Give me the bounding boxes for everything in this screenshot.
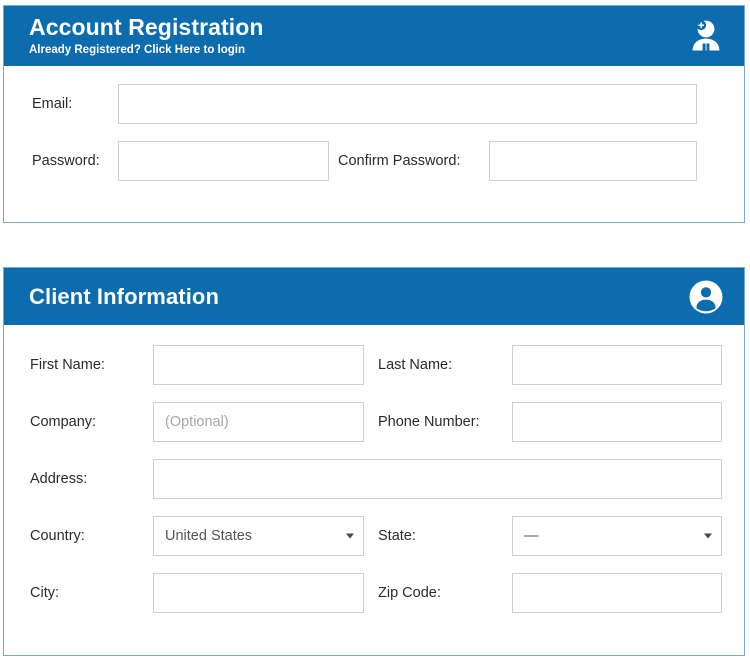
name-row: First Name: Last Name: <box>4 345 744 385</box>
chevron-down-icon <box>346 533 354 539</box>
page-title: Account Registration <box>29 14 264 41</box>
account-registration-body: Email: Password: Confirm Password: <box>4 66 744 222</box>
password-label: Password: <box>32 153 100 169</box>
last-name-label: Last Name: <box>378 357 453 373</box>
email-input[interactable] <box>118 84 697 124</box>
state-select-value: — <box>524 528 539 544</box>
add-user-icon <box>686 16 726 56</box>
city-input[interactable] <box>153 573 364 613</box>
country-state-row: Country: United States State: — <box>4 516 744 556</box>
login-link[interactable]: Already Registered? Click Here to login <box>29 44 264 57</box>
first-name-input[interactable] <box>153 345 364 385</box>
zip-code-input[interactable] <box>512 573 722 613</box>
account-registration-header-text: Account Registration Already Registered?… <box>29 15 264 56</box>
state-select[interactable]: — <box>512 516 722 556</box>
country-select-value: United States <box>165 528 253 544</box>
account-registration-card: Account Registration Already Registered?… <box>3 5 745 223</box>
client-information-header-text: Client Information <box>29 283 220 309</box>
account-circle-icon <box>686 277 726 317</box>
city-label: City: <box>30 585 59 601</box>
company-input[interactable] <box>153 402 364 442</box>
address-input[interactable] <box>153 459 722 499</box>
zip-code-label: Zip Code: <box>378 585 441 601</box>
country-label: Country: <box>30 528 85 544</box>
account-registration-header: Account Registration Already Registered?… <box>4 6 744 66</box>
email-row: Email: <box>4 84 744 124</box>
confirm-password-label: Confirm Password: <box>338 153 461 169</box>
email-label: Email: <box>32 96 73 112</box>
last-name-input[interactable] <box>512 345 722 385</box>
phone-number-input[interactable] <box>512 402 722 442</box>
country-select[interactable]: United States <box>153 516 364 556</box>
company-row: Company: Phone Number: <box>4 402 744 442</box>
first-name-label: First Name: <box>30 357 105 373</box>
client-information-body: First Name: Last Name: Company: Phone Nu… <box>4 325 744 655</box>
client-information-card: Client Information First Name: Last Name… <box>3 267 745 656</box>
phone-number-label: Phone Number: <box>378 414 480 430</box>
address-label: Address: <box>30 471 88 487</box>
state-label: State: <box>378 528 416 544</box>
password-row: Password: Confirm Password: <box>4 141 744 181</box>
address-row: Address: <box>4 459 744 499</box>
confirm-password-input[interactable] <box>489 141 697 181</box>
city-zip-row: City: Zip Code: <box>4 573 744 613</box>
section-title: Client Information <box>29 283 220 309</box>
company-label: Company: <box>30 414 97 430</box>
password-input[interactable] <box>118 141 329 181</box>
chevron-down-icon <box>704 533 712 539</box>
client-information-header: Client Information <box>4 268 744 325</box>
